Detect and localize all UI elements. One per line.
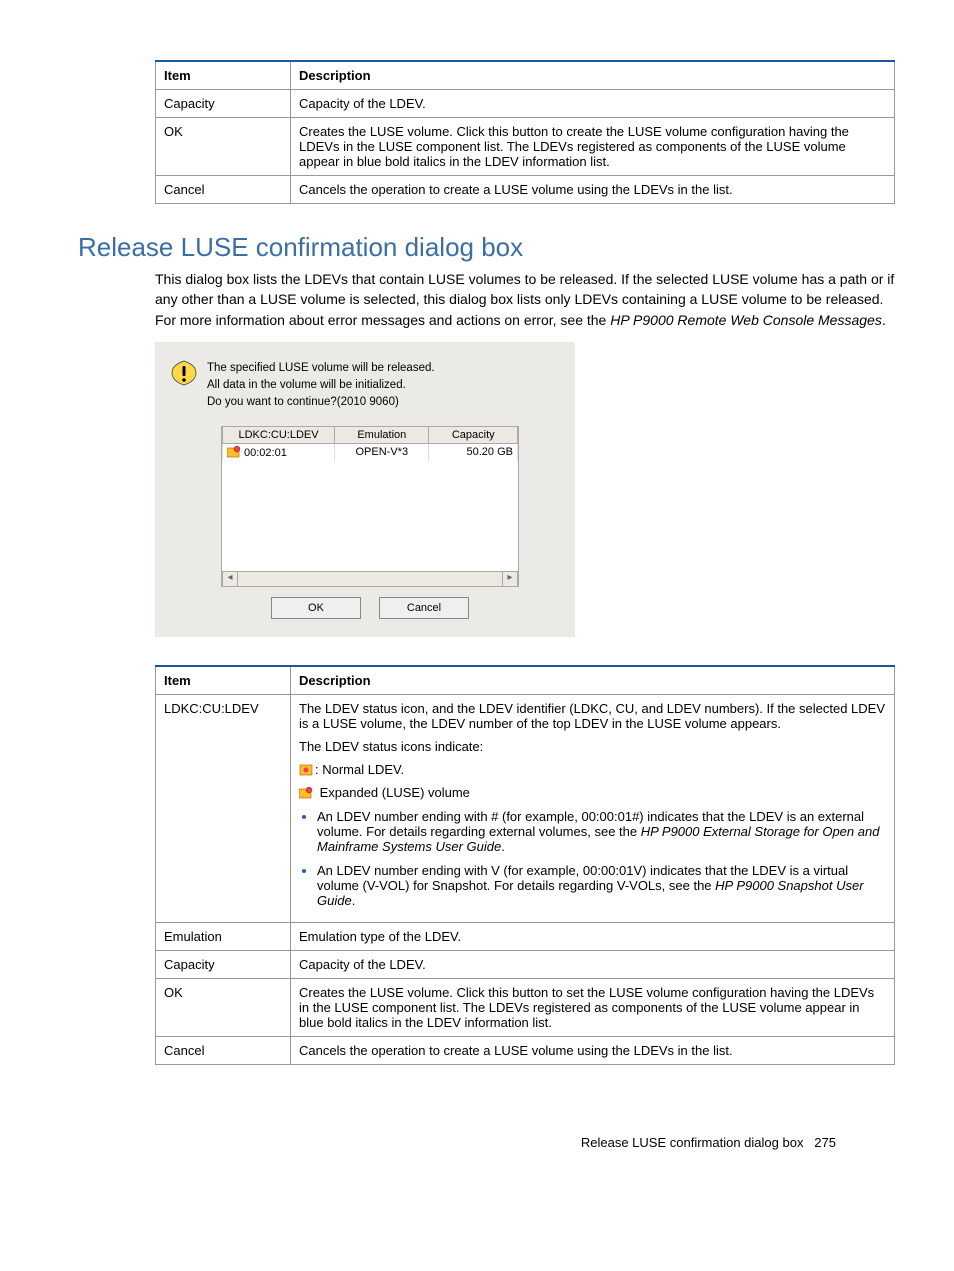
cell-item: LDKC:CU:LDEV (156, 694, 291, 922)
dialog-ldev-table: LDKC:CU:LDEV Emulation Capacity 00:02:01… (221, 426, 519, 571)
table-row: Cancel Cancels the operation to create a… (156, 1036, 895, 1064)
section-heading: Release LUSE confirmation dialog box (60, 232, 894, 263)
icon-label: Expanded (LUSE) volume (316, 785, 470, 800)
table-row: Capacity Capacity of the LDEV. (156, 950, 895, 978)
page-number: 275 (814, 1135, 836, 1150)
ok-button[interactable]: OK (271, 597, 361, 619)
dialog-message-line: The specified LUSE volume will be releas… (207, 360, 435, 377)
dlg-cell-emulation: OPEN-V*3 (335, 443, 429, 461)
desc-paragraph: The LDEV status icons indicate: (299, 739, 886, 754)
table-row: Cancel Cancels the operation to create a… (156, 176, 895, 204)
cell-desc: Emulation type of the LDEV. (291, 922, 895, 950)
th-item: Item (156, 666, 291, 695)
table-row: Capacity Capacity of the LDEV. (156, 90, 895, 118)
dlg-cell-capacity: 50.20 GB (429, 443, 518, 461)
dlg-cell-ldev: 00:02:01 (223, 443, 335, 461)
list-item: An LDEV number ending with V (for exampl… (317, 862, 886, 908)
table-row[interactable]: 00:02:01 OPEN-V*3 50.20 GB (223, 443, 518, 461)
table-item-description-2: Item Description LDKC:CU:LDEV The LDEV s… (155, 665, 895, 1065)
scroll-right-icon[interactable]: ▸ (502, 572, 518, 586)
cell-desc: Cancels the operation to create a LUSE v… (291, 176, 895, 204)
th-item: Item (156, 61, 291, 90)
luse-volume-icon (299, 787, 313, 799)
cell-item: Capacity (156, 950, 291, 978)
cell-item: OK (156, 118, 291, 176)
dialog-message: The specified LUSE volume will be releas… (207, 360, 435, 412)
cancel-button[interactable]: Cancel (379, 597, 469, 619)
section-intro-paragraph: This dialog box lists the LDEVs that con… (155, 269, 895, 330)
cell-desc: Creates the LUSE volume. Click this butt… (291, 978, 895, 1036)
desc-paragraph: The LDEV status icon, and the LDEV ident… (299, 701, 886, 731)
normal-ldev-icon (299, 764, 313, 776)
cell-desc: The LDEV status icon, and the LDEV ident… (291, 694, 895, 922)
table-row: Emulation Emulation type of the LDEV. (156, 922, 895, 950)
dlg-th-emulation: Emulation (335, 427, 429, 444)
reference-title: HP P9000 Remote Web Console Messages (610, 312, 882, 328)
luse-volume-icon (227, 446, 241, 458)
cell-desc: Cancels the operation to create a LUSE v… (291, 1036, 895, 1064)
dialog-scrollbar[interactable]: ◂ ▸ (221, 571, 519, 587)
cell-item: Cancel (156, 1036, 291, 1064)
cell-desc: Capacity of the LDEV. (291, 90, 895, 118)
cell-desc: Capacity of the LDEV. (291, 950, 895, 978)
cell-desc: Creates the LUSE volume. Click this butt… (291, 118, 895, 176)
th-description: Description (291, 61, 895, 90)
icon-label: : Normal LDEV. (315, 762, 404, 777)
cell-item: Cancel (156, 176, 291, 204)
page-footer: Release LUSE confirmation dialog box 275 (60, 1135, 894, 1150)
table-item-description-1: Item Description Capacity Capacity of th… (155, 60, 895, 204)
table-row: LDKC:CU:LDEV The LDEV status icon, and t… (156, 694, 895, 922)
dialog-message-line: Do you want to continue?(2010 9060) (207, 394, 435, 411)
th-description: Description (291, 666, 895, 695)
table-row: OK Creates the LUSE volume. Click this b… (156, 978, 895, 1036)
dialog-message-line: All data in the volume will be initializ… (207, 377, 435, 394)
list-item: An LDEV number ending with # (for exampl… (317, 808, 886, 854)
dlg-th-capacity: Capacity (429, 427, 518, 444)
table-row: OK Creates the LUSE volume. Click this b… (156, 118, 895, 176)
cell-item: Capacity (156, 90, 291, 118)
dlg-th-ldkc: LDKC:CU:LDEV (223, 427, 335, 444)
footer-title: Release LUSE confirmation dialog box (581, 1135, 804, 1150)
release-luse-dialog: The specified LUSE volume will be releas… (155, 342, 575, 637)
cell-item: Emulation (156, 922, 291, 950)
warning-icon (171, 360, 197, 386)
paragraph-end: . (882, 312, 886, 328)
scroll-left-icon[interactable]: ◂ (222, 572, 238, 586)
cell-item: OK (156, 978, 291, 1036)
